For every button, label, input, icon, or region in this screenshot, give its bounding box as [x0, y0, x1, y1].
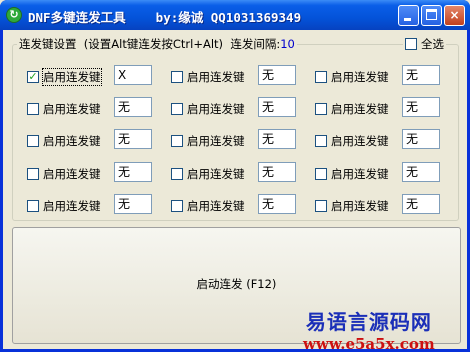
enable-hotkey-checkbox[interactable]: 启用连发键 — [315, 101, 389, 117]
enable-hotkey-checkbox[interactable]: 启用连发键 — [171, 166, 245, 182]
checkbox-label: 启用连发键 — [331, 70, 389, 84]
checkbox-label: 启用连发键 — [187, 102, 245, 116]
checkbox-box[interactable] — [27, 168, 39, 180]
enable-hotkey-checkbox[interactable]: 启用连发键 — [171, 101, 245, 117]
checkbox-label: 启用连发键 — [331, 134, 389, 148]
checkbox-label: 启用连发键 — [187, 70, 245, 84]
select-all-label: 全选 — [421, 37, 444, 51]
watermark-title: 易语言源码网 — [305, 310, 432, 334]
select-all-box[interactable] — [405, 38, 417, 50]
close-button[interactable]: × — [444, 5, 465, 26]
hotkey-field[interactable]: 无 — [258, 162, 296, 182]
checkbox-box[interactable]: ✓ — [27, 71, 39, 83]
checkbox-box[interactable] — [315, 71, 327, 83]
hotkey-field[interactable]: 无 — [402, 97, 440, 117]
interval-value[interactable]: 10 — [280, 37, 295, 51]
checkbox-box[interactable] — [315, 103, 327, 115]
checkbox-label: 启用连发键 — [43, 167, 101, 181]
hotkey-field[interactable]: 无 — [402, 65, 440, 85]
checkbox-box[interactable] — [315, 200, 327, 212]
enable-hotkey-checkbox[interactable]: 启用连发键 — [315, 133, 389, 149]
enable-hotkey-checkbox[interactable]: 启用连发键 — [27, 166, 101, 182]
checkbox-box[interactable] — [171, 103, 183, 115]
hotkey-field[interactable]: 无 — [258, 194, 296, 214]
hotkey-field[interactable]: 无 — [258, 65, 296, 85]
enable-hotkey-checkbox[interactable]: 启用连发键 — [27, 133, 101, 149]
watermark: 易语言源码网 www.e5a5x.com — [303, 306, 435, 352]
group-label: 连发键设置 (设置Alt键连发按Ctrl+Alt) — [19, 37, 224, 51]
title-bar[interactable]: ↻ DNF多键连发工具 by:缘诚 QQ1031369349 × — [0, 0, 470, 30]
group-title: 连发键设置 (设置Alt键连发按Ctrl+Alt) 连发间隔:10 — [17, 36, 297, 52]
minimize-icon — [404, 18, 411, 21]
checkbox-box[interactable] — [171, 200, 183, 212]
checkbox-label: 启用连发键 — [187, 167, 245, 181]
checkbox-label: 启用连发键 — [43, 199, 101, 213]
client-area: 连发键设置 (设置Alt键连发按Ctrl+Alt) 连发间隔:10 全选 ✓ 启用… — [3, 30, 467, 352]
checkbox-label: 启用连发键 — [43, 134, 101, 148]
hotkey-field[interactable]: 无 — [114, 97, 152, 117]
checkbox-box[interactable] — [171, 168, 183, 180]
enable-hotkey-checkbox[interactable]: 启用连发键 — [27, 198, 101, 214]
enable-hotkey-checkbox[interactable]: 启用连发键 — [315, 198, 389, 214]
hotkey-field[interactable]: 无 — [402, 129, 440, 149]
checkbox-box[interactable] — [27, 103, 39, 115]
checkbox-label: 启用连发键 — [43, 102, 101, 116]
hotkey-field[interactable]: 无 — [258, 129, 296, 149]
app-window: ↻ DNF多键连发工具 by:缘诚 QQ1031369349 × 连发键设置 (… — [0, 0, 470, 352]
hotkey-field[interactable]: 无 — [402, 194, 440, 214]
enable-hotkey-checkbox[interactable]: 启用连发键 — [171, 69, 245, 85]
select-all-checkbox[interactable]: 全选 — [403, 36, 446, 52]
watermark-url: www.e5a5x.com — [303, 335, 435, 352]
hotkey-field[interactable]: X — [114, 65, 152, 85]
checkbox-box[interactable] — [315, 135, 327, 147]
checkbox-label: 启用连发键 — [187, 199, 245, 213]
enable-hotkey-checkbox[interactable]: 启用连发键 — [315, 69, 389, 85]
checkbox-box[interactable] — [171, 135, 183, 147]
checkbox-box[interactable] — [315, 168, 327, 180]
checkbox-label: 启用连发键 — [187, 134, 245, 148]
maximize-icon — [426, 9, 437, 20]
hotkey-field[interactable]: 无 — [114, 162, 152, 182]
interval-label: 连发间隔: — [230, 37, 281, 51]
close-icon: × — [449, 8, 460, 22]
hotkey-field[interactable]: 无 — [258, 97, 296, 117]
checkbox-box[interactable] — [27, 200, 39, 212]
hotkey-field[interactable]: 无 — [114, 129, 152, 149]
enable-hotkey-checkbox[interactable]: 启用连发键 — [27, 101, 101, 117]
enable-hotkey-checkbox[interactable]: ✓ 启用连发键 — [27, 68, 102, 86]
minimize-button[interactable] — [398, 5, 419, 26]
hotkey-field[interactable]: 无 — [402, 162, 440, 182]
checkbox-label: 启用连发键 — [331, 167, 389, 181]
enable-hotkey-checkbox[interactable]: 启用连发键 — [171, 133, 245, 149]
enable-hotkey-checkbox[interactable]: 启用连发键 — [315, 166, 389, 182]
hotkey-field[interactable]: 无 — [114, 194, 152, 214]
window-title: DNF多键连发工具 by:缘诚 QQ1031369349 — [28, 10, 302, 25]
app-refresh-icon: ↻ — [6, 7, 22, 23]
enable-hotkey-checkbox[interactable]: 启用连发键 — [171, 198, 245, 214]
checkbox-box[interactable] — [171, 71, 183, 83]
checkbox-label: 启用连发键 — [42, 68, 102, 86]
checkbox-label: 启用连发键 — [331, 199, 389, 213]
checkbox-box[interactable] — [27, 135, 39, 147]
checkbox-label: 启用连发键 — [331, 102, 389, 116]
maximize-button[interactable] — [421, 5, 442, 26]
